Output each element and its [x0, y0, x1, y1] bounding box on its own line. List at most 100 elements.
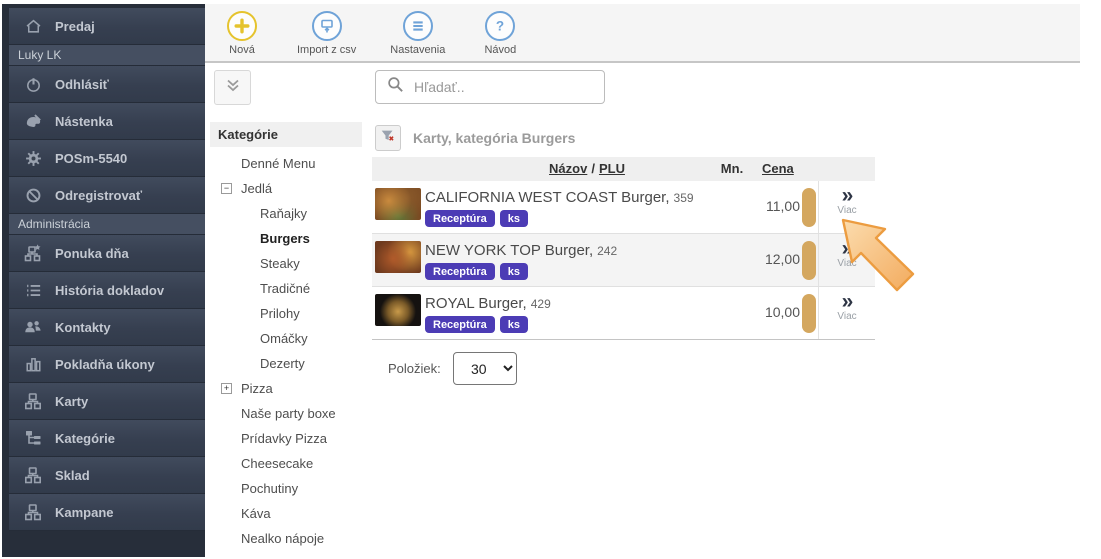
burger-photo-dark	[375, 294, 421, 326]
toolbar-button-label: Návod	[484, 44, 516, 56]
app-window: Predaj Luky LK Odhlásiť Nástenka POSm-55…	[0, 0, 1101, 559]
clear-filter-button[interactable]	[375, 125, 401, 151]
sidebar-item-label: Kategórie	[55, 431, 115, 446]
sidebar-item-label: Nástenka	[55, 114, 113, 129]
search-input[interactable]	[414, 79, 584, 95]
category-item-steaky[interactable]: Steaky	[210, 251, 368, 276]
main-content: Karty, kategória Burgers Názov / PLU Mn. C…	[372, 70, 875, 385]
gear-icon	[22, 149, 44, 168]
sidebar-item-karty[interactable]: Karty	[9, 383, 205, 420]
filter-row: Karty, kategória Burgers	[375, 125, 875, 151]
toolbar-button-label: Nová	[229, 44, 255, 56]
product-plu: 359	[674, 191, 694, 205]
boxes-star-icon	[22, 243, 44, 263]
sidebar-item-odregistrova-[interactable]: Odregistrovať	[9, 177, 205, 214]
question-icon: ?	[485, 11, 515, 41]
category-item-cheesecake[interactable]: Cheesecake	[210, 451, 368, 476]
sidebar-item-kateg-rie[interactable]: Kategórie	[9, 420, 205, 457]
category-item-burgers[interactable]: Burgers	[210, 226, 368, 251]
category-item-nealko-n-poje[interactable]: Nealko nápoje	[210, 526, 368, 551]
org-boxes-icon	[22, 465, 44, 485]
category-item-na-e-party-boxe[interactable]: Naše party boxe	[210, 401, 368, 426]
product-title: ROYAL Burger,429	[425, 295, 551, 312]
sidebar-item-label: Karty	[55, 394, 88, 409]
sidebar-section-label: Luky LK	[9, 45, 205, 66]
toolbar-button-import-z-csv[interactable]: Import z csv	[297, 11, 356, 56]
sidebar-item-hist-ria-dokladov[interactable]: História dokladov	[9, 272, 205, 309]
filter-clear-icon	[379, 127, 397, 150]
category-item-label: Raňajky	[210, 206, 307, 221]
category-item-k-va[interactable]: Káva	[210, 501, 368, 526]
badge-ks: ks	[500, 316, 528, 333]
sidebar-item-poklad-a-kony[interactable]: Pokladňa úkony	[9, 346, 205, 383]
category-item-label: Cheesecake	[210, 456, 313, 471]
header-separator: /	[591, 161, 595, 176]
bar-chart-icon	[22, 355, 44, 374]
category-item-label: Steaky	[210, 256, 300, 271]
sidebar-item-ponuka-d-a[interactable]: Ponuka dňa	[9, 235, 205, 272]
sort-by-nazov-link[interactable]: Názov	[549, 161, 587, 176]
more-button[interactable]: » Viac	[818, 287, 875, 339]
sidebar-item-odhl-si-[interactable]: Odhlásiť	[9, 66, 205, 103]
sidebar-item-label: Predaj	[55, 19, 95, 34]
badge-ks: ks	[500, 210, 528, 227]
category-item-label: Pochutiny	[210, 481, 298, 496]
table-header: Názov / PLU Mn. Cena	[372, 157, 875, 181]
collapse-panel-button[interactable]	[214, 70, 251, 105]
expander-icon[interactable]: −	[221, 183, 232, 194]
menu-icon	[403, 11, 433, 41]
category-item-label: Naše party boxe	[210, 406, 336, 421]
sidebar-item-kampane[interactable]: Kampane	[9, 494, 205, 531]
column-header-nazov-plu: Názov / PLU	[467, 157, 707, 181]
sidebar-item-predaj[interactable]: Predaj	[9, 8, 205, 45]
search-box[interactable]	[375, 70, 605, 104]
more-button[interactable]: » Viac	[818, 181, 875, 233]
product-title: NEW YORK TOP Burger, 242	[425, 242, 617, 259]
sidebar-item-sklad[interactable]: Sklad	[9, 457, 205, 494]
sidebar-item-posm-5540[interactable]: POSm-5540	[9, 140, 205, 177]
plus-icon	[227, 11, 257, 41]
category-item-om-ky[interactable]: Omáčky	[210, 326, 368, 351]
product-plu: 242	[597, 244, 617, 258]
category-item-dezerty[interactable]: Dezerty	[210, 351, 368, 376]
column-header-mn: Mn.	[712, 157, 752, 181]
items-per-page-label: Položiek:	[388, 361, 441, 376]
burger-photo-red	[375, 241, 421, 273]
category-item-pr-davky-pizza[interactable]: Prídavky Pizza	[210, 426, 368, 451]
category-item-label: Jedlá	[210, 181, 272, 196]
category-item-pizza[interactable]: + Pizza	[210, 376, 368, 401]
sidebar-item-label: História dokladov	[55, 283, 164, 298]
sidebar-item-n-stenka[interactable]: Nástenka	[9, 103, 205, 140]
svg-text:?: ?	[496, 19, 504, 34]
product-badges: Receptúra ks	[425, 263, 528, 280]
more-button[interactable]: » Viac	[818, 234, 875, 286]
badge-ks: ks	[500, 263, 528, 280]
category-item-jedl-[interactable]: − Jedlá	[210, 176, 368, 201]
table-row: CALIFORNIA WEST COAST Burger,359 Receptú…	[372, 181, 875, 234]
product-name: NEW YORK TOP Burger,	[425, 242, 593, 259]
category-item-prilohy[interactable]: Prilohy	[210, 301, 368, 326]
sort-by-plu-link[interactable]: PLU	[599, 161, 625, 176]
sidebar-item-kontakty[interactable]: Kontakty	[9, 309, 205, 346]
sidebar-item-label: Odregistrovať	[55, 188, 142, 203]
sidebar-item-label: Odhlásiť	[55, 77, 109, 92]
palette-icon	[22, 112, 44, 131]
badge-receptúra: Receptúra	[425, 263, 495, 280]
per-page-select[interactable]: 30	[453, 352, 517, 385]
category-panel: Kategórie Denné Menu − Jedlá Raňajky Bur…	[210, 70, 368, 551]
category-item-denn-menu[interactable]: Denné Menu	[210, 151, 368, 176]
expander-icon[interactable]: +	[221, 383, 232, 394]
sort-by-cena-link[interactable]: Cena	[762, 157, 794, 181]
category-item-label: Burgers	[210, 231, 310, 246]
category-item-pochutiny[interactable]: Pochutiny	[210, 476, 368, 501]
users-icon	[22, 317, 44, 337]
toolbar-button-n-vod[interactable]: ? Návod	[479, 11, 521, 56]
top-toolbar: Nová Import z csv Nastavenia ? Návod	[205, 4, 1080, 63]
toolbar-button-nastavenia[interactable]: Nastavenia	[390, 11, 445, 56]
category-item-tradi-n-[interactable]: Tradičné	[210, 276, 368, 301]
toolbar-button-nov-[interactable]: Nová	[221, 11, 263, 56]
sidebar-item-label: Kontakty	[55, 320, 111, 335]
import-icon	[312, 11, 342, 41]
results-context-label: Karty, kategória Burgers	[413, 130, 575, 146]
category-item-ra-ajky[interactable]: Raňajky	[210, 201, 368, 226]
